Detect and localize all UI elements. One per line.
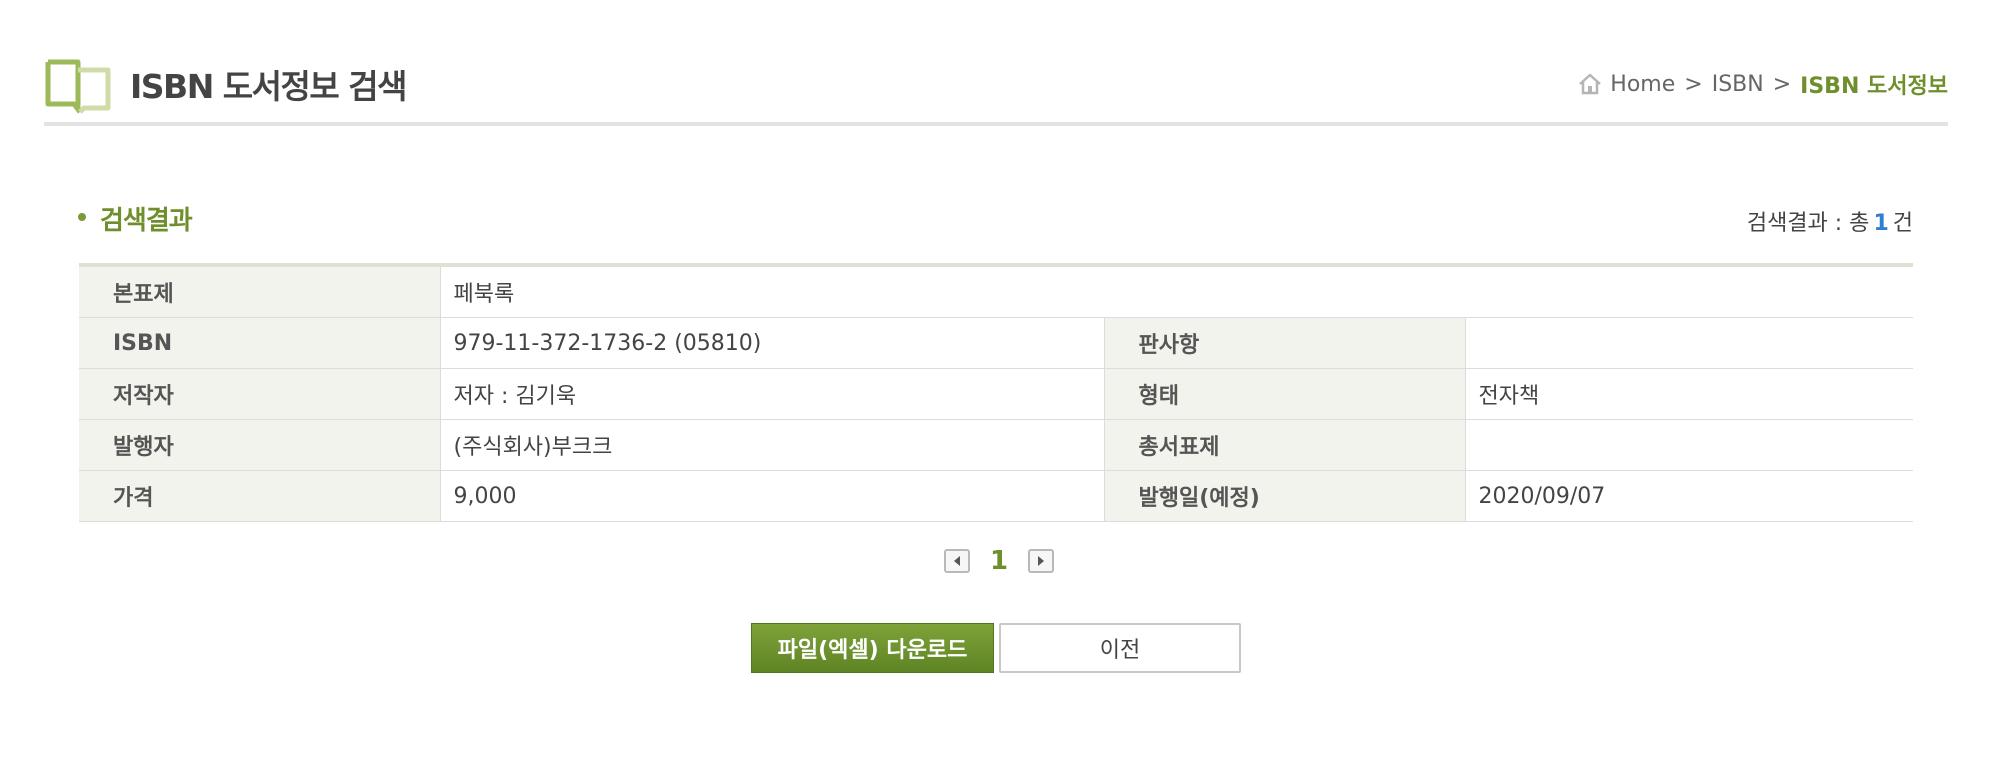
pubdate-value: 2020/09/07 (1465, 470, 1914, 522)
breadcrumb-current: ISBN 도서정보 (1800, 74, 1948, 99)
pubdate-label: 발행일(예정) (1104, 470, 1466, 522)
caret-right-icon (1038, 556, 1045, 566)
isbn-value: 979-11-372-1736-2 (05810) (440, 317, 1105, 369)
page-header: ISBN 도서정보 검색 Home > ISBN > ISBN 도서정보 (44, 52, 1948, 126)
breadcrumb-home-link[interactable]: Home (1610, 72, 1675, 97)
breadcrumb-separator: > (1684, 71, 1703, 97)
section-title: 검색결과 (100, 206, 193, 236)
previous-button[interactable]: 이전 (999, 623, 1241, 673)
prev-page-button[interactable] (944, 549, 970, 573)
caret-left-icon (954, 556, 960, 566)
author-value: 저자 : 김기욱 (440, 368, 1105, 420)
breadcrumb-separator: > (1772, 71, 1792, 97)
pagination: 1 (944, 546, 1055, 576)
breadcrumb-isbn-link[interactable]: ISBN (1712, 72, 1764, 97)
next-page-button[interactable] (1028, 549, 1055, 573)
page-title: ISBN 도서정보 검색 (130, 67, 407, 106)
result-count-value: 1 (1873, 211, 1889, 236)
author-label: 저작자 (79, 368, 441, 420)
format-label: 형태 (1104, 368, 1466, 420)
result-count-suffix: 건 (1892, 211, 1913, 236)
table-row: 발행자 (주식회사)부크크 총서표제 (79, 419, 1914, 471)
book-info-table: 본표제 페북록 ISBN 979-11-372-1736-2 (05810) 판… (79, 263, 1914, 522)
price-value: 9,000 (440, 470, 1105, 522)
result-count: 검색결과 : 총1건 (1747, 205, 1913, 237)
publisher-value: (주식회사)부크크 (440, 419, 1105, 471)
title-label: 본표제 (79, 265, 441, 318)
table-row: 가격 9,000 발행일(예정) 2020/09/07 (79, 470, 1914, 522)
edition-value (1465, 317, 1914, 369)
bullet-dot-icon (78, 212, 86, 221)
title-value: 페북록 (440, 265, 1914, 318)
edition-label: 판사항 (1104, 317, 1466, 369)
result-count-prefix: 검색결과 : 총 (1746, 211, 1870, 236)
book-outline-icon (45, 59, 111, 114)
excel-download-button[interactable]: 파일(엑셀) 다운로드 (751, 623, 994, 673)
price-label: 가격 (79, 470, 441, 522)
table-row: ISBN 979-11-372-1736-2 (05810) 판사항 (79, 317, 1914, 369)
table-row: 본표제 페북록 (79, 265, 1914, 318)
publisher-label: 발행자 (79, 419, 441, 471)
format-value: 전자책 (1465, 368, 1914, 420)
table-row: 저작자 저자 : 김기욱 형태 전자책 (79, 368, 1914, 420)
section-heading: 검색결과 (78, 200, 193, 237)
page: ISBN 도서정보 검색 Home > ISBN > ISBN 도서정보 검색결… (0, 0, 2016, 782)
isbn-label: ISBN (79, 317, 441, 369)
breadcrumb: Home > ISBN > ISBN 도서정보 (1578, 68, 1948, 100)
home-icon[interactable] (1578, 73, 1602, 95)
series-label: 총서표제 (1104, 419, 1466, 471)
current-page-number[interactable]: 1 (990, 546, 1008, 576)
series-value (1465, 419, 1914, 471)
